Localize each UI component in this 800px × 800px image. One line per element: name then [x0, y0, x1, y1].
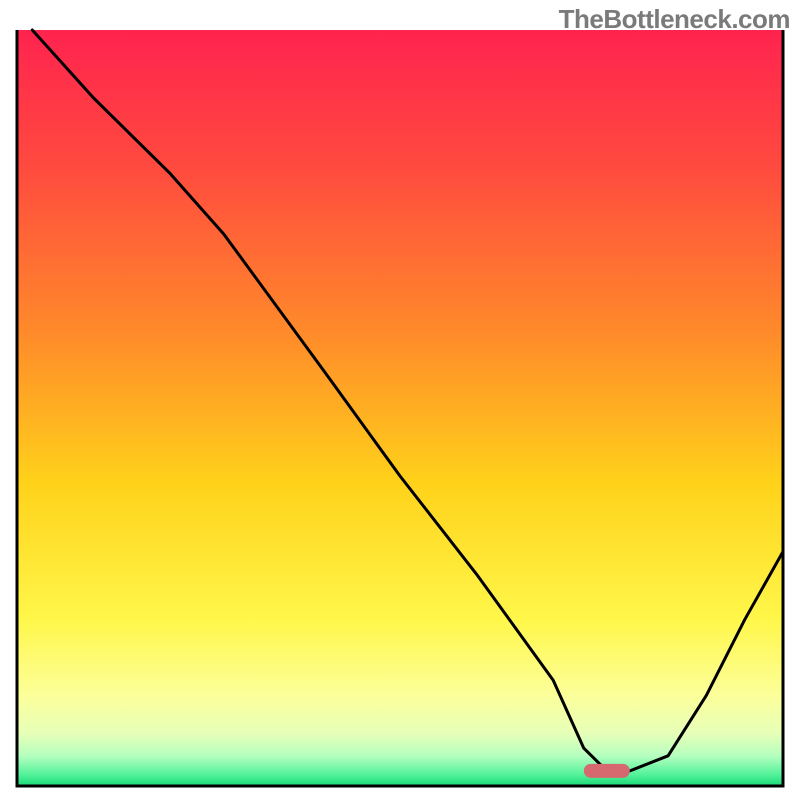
chart-canvas — [0, 0, 800, 800]
bottleneck-chart: TheBottleneck.com — [0, 0, 800, 800]
gradient-background — [17, 30, 783, 786]
optimal-marker — [584, 764, 630, 778]
